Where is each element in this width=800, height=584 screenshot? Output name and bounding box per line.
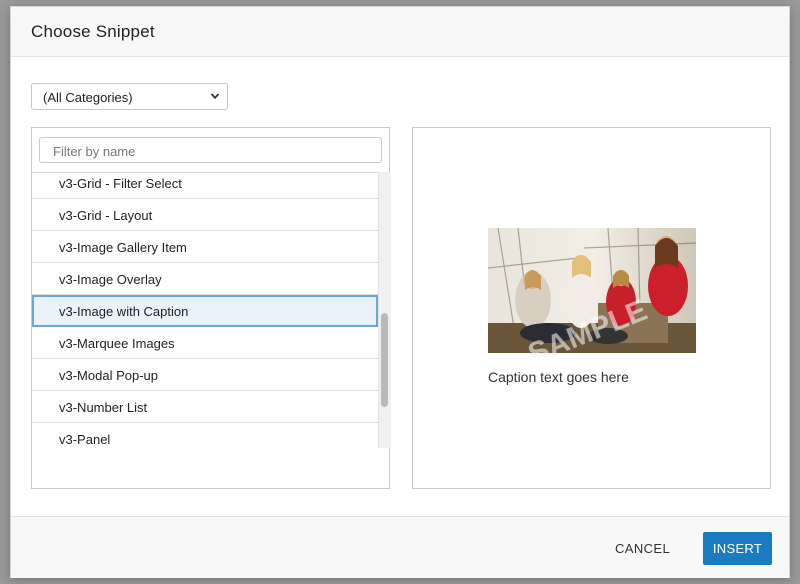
- list-item[interactable]: v3-Image Overlay: [32, 263, 378, 295]
- category-select-value: (All Categories): [43, 90, 133, 105]
- preview-caption: Caption text goes here: [488, 369, 629, 385]
- list-scrollbar[interactable]: [378, 172, 391, 448]
- preview-image: SAMPLE: [488, 228, 696, 353]
- dialog-footer: CANCEL INSERT: [11, 516, 789, 578]
- list-item-selected[interactable]: v3-Image with Caption: [32, 295, 378, 327]
- list-item[interactable]: v3-Grid - Layout: [32, 199, 378, 231]
- snippet-preview-panel: SAMPLE Caption text goes here: [412, 127, 771, 489]
- category-select[interactable]: (All Categories): [31, 83, 228, 110]
- list-item[interactable]: v3-Number List: [32, 391, 378, 423]
- list-item[interactable]: v3-Modal Pop-up: [32, 359, 378, 391]
- chevron-down-icon: [210, 93, 220, 100]
- filter-placeholder: Filter by name: [53, 144, 136, 159]
- cancel-button[interactable]: CANCEL: [615, 541, 670, 556]
- snippet-list: v3-Grid - Filter Select v3-Grid - Layout…: [32, 172, 378, 449]
- choose-snippet-dialog: Choose Snippet (All Categories) Filter b…: [10, 6, 790, 578]
- filter-input[interactable]: Filter by name: [39, 137, 382, 163]
- snippet-list-panel: Filter by name v3-Grid - Filter Select v…: [31, 127, 391, 489]
- list-item[interactable]: v3-Marquee Images: [32, 327, 378, 359]
- list-item[interactable]: v3-Image Gallery Item: [32, 231, 378, 263]
- insert-button[interactable]: INSERT: [703, 532, 772, 565]
- dialog-header: Choose Snippet: [11, 7, 789, 57]
- dialog-title: Choose Snippet: [31, 22, 155, 41]
- list-item[interactable]: v3-Panel: [32, 423, 378, 449]
- scrollbar-thumb[interactable]: [381, 313, 388, 407]
- list-item[interactable]: v3-Grid - Filter Select: [32, 173, 378, 199]
